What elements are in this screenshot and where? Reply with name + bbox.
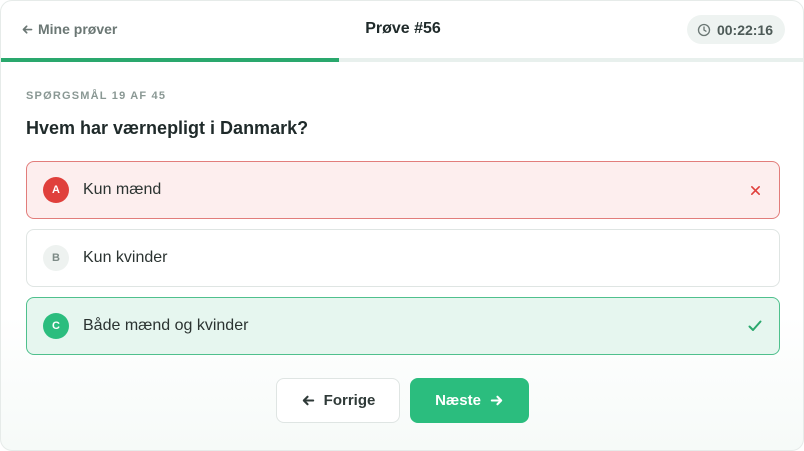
question-counter: SPØRGSMÅL 19 AF 45 <box>26 90 167 102</box>
option-a[interactable]: A Kun mænd <box>26 161 780 219</box>
option-b[interactable]: B Kun kvinder <box>26 229 780 287</box>
arrow-right-icon <box>490 395 503 406</box>
option-letter: A <box>43 177 69 203</box>
next-button[interactable]: Næste <box>410 378 529 423</box>
previous-button-label: Forrige <box>323 392 376 409</box>
option-letter: B <box>43 245 69 271</box>
timer-badge: 00:22:16 <box>686 15 785 44</box>
option-text: Kun kvinder <box>83 249 168 266</box>
clock-icon <box>697 23 711 36</box>
option-text: Både mænd og kvinder <box>83 317 249 334</box>
arrow-left-icon <box>302 395 314 406</box>
option-c[interactable]: C Både mænd og kvinder <box>26 297 780 355</box>
timer-value: 00:22:16 <box>716 21 773 38</box>
header: Mine prøver Prøve #56 00:22:16 <box>1 1 803 59</box>
progress-bar <box>1 58 803 62</box>
next-button-label: Næste <box>435 392 481 409</box>
quiz-card: Mine prøver Prøve #56 00:22:16 SPØRGSMÅL… <box>0 0 804 451</box>
close-icon <box>747 182 763 198</box>
question-text: Hvem har værnepligt i Danmark? <box>26 118 309 138</box>
page-title: Prøve #56 <box>365 20 441 37</box>
option-text: Kun mænd <box>83 181 162 198</box>
previous-button[interactable]: Forrige <box>276 378 400 423</box>
progress-fill <box>1 58 339 62</box>
option-letter: C <box>43 313 69 339</box>
check-icon <box>747 318 763 334</box>
